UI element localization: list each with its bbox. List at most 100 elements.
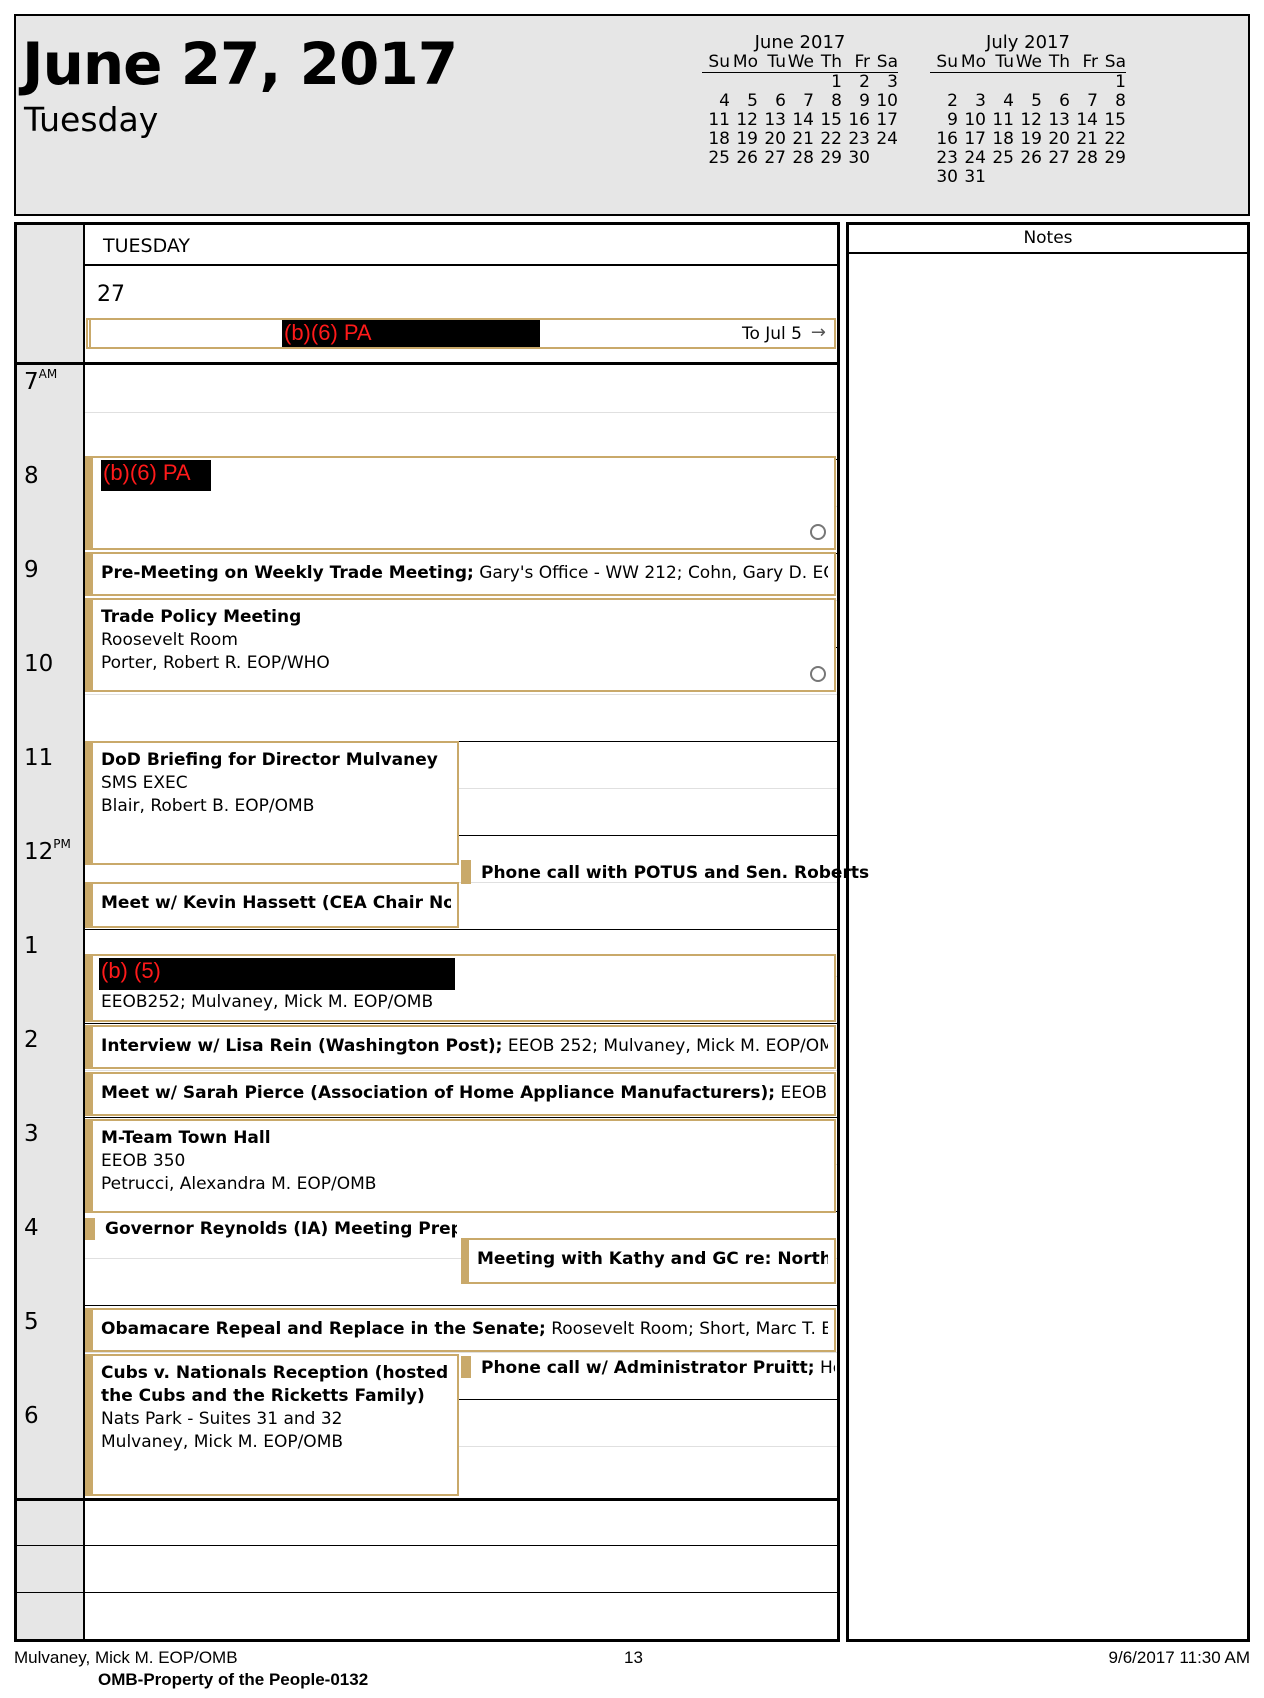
mini-calendar-day[interactable]: 11 bbox=[702, 111, 730, 130]
footer-owner: Mulvaney, Mick M. EOP/OMB bbox=[14, 1648, 238, 1667]
mini-calendar-day[interactable]: 20 bbox=[1042, 130, 1070, 149]
mini-calendar-day[interactable]: 5 bbox=[730, 92, 758, 111]
appointment-title: Interview w/ Lisa Rein (Washington Post)… bbox=[101, 1036, 503, 1056]
hour-label: 9 bbox=[24, 557, 39, 583]
appointment-accent bbox=[85, 1218, 95, 1240]
day-header: TUESDAY bbox=[103, 235, 191, 257]
mini-calendar-dow: Fr bbox=[1070, 53, 1098, 73]
mini-calendar-day[interactable]: 29 bbox=[814, 149, 842, 168]
appointment-detail: He w bbox=[819, 1358, 835, 1378]
mini-calendar-day[interactable]: 31 bbox=[958, 168, 986, 187]
appointment-dod-briefing[interactable]: DoD Briefing for Director Mulvaney SMS E… bbox=[85, 741, 459, 865]
mini-calendar-day[interactable]: 2 bbox=[930, 92, 958, 111]
mini-calendar-day[interactable]: 23 bbox=[842, 130, 870, 149]
mini-calendar-day[interactable]: 27 bbox=[758, 149, 786, 168]
appointment-potus-call[interactable]: Phone call with POTUS and Sen. Roberts bbox=[459, 858, 869, 888]
hour-number: 1 bbox=[24, 933, 39, 959]
mini-calendar-day[interactable]: 4 bbox=[702, 92, 730, 111]
mini-calendar-day[interactable]: 9 bbox=[842, 92, 870, 111]
mini-calendar-day[interactable]: 25 bbox=[702, 149, 730, 168]
mini-calendar-day[interactable]: 1 bbox=[814, 73, 842, 93]
mini-calendar-day[interactable]: 15 bbox=[814, 111, 842, 130]
mini-calendar-day[interactable]: 30 bbox=[930, 168, 958, 187]
appointment-redacted-8am[interactable]: (b)(6) PA bbox=[85, 456, 836, 550]
appointment-sarah-pierce[interactable]: Meet w/ Sarah Pierce (Association of Hom… bbox=[85, 1072, 836, 1116]
mini-calendar-day[interactable]: 13 bbox=[758, 111, 786, 130]
mini-calendar-day[interactable]: 10 bbox=[870, 92, 898, 111]
mini-calendar-day[interactable]: 6 bbox=[1042, 92, 1070, 111]
mini-calendar-day[interactable]: 14 bbox=[786, 111, 814, 130]
appointment-accent bbox=[85, 1308, 93, 1352]
appointment-lisa-rein[interactable]: Interview w/ Lisa Rein (Washington Post)… bbox=[85, 1025, 836, 1069]
mini-calendar-day[interactable]: 14 bbox=[1070, 111, 1098, 130]
mini-calendar-day[interactable]: 9 bbox=[930, 111, 958, 130]
appointment-title: Meet w/ Kevin Hassett (CEA Chair Nomin bbox=[101, 893, 451, 913]
hour-number: 12 bbox=[24, 839, 54, 865]
mini-calendar-day[interactable]: 16 bbox=[930, 130, 958, 149]
mini-calendar-day[interactable]: 19 bbox=[1014, 130, 1042, 149]
appointment-redacted-1pm[interactable]: EEOB252; Mulvaney, Mick M. EOP/OMB (b) (… bbox=[85, 954, 836, 1022]
mini-calendar-day[interactable]: 30 bbox=[842, 149, 870, 168]
mini-calendar-dow: We bbox=[786, 52, 814, 73]
mini-calendar-day[interactable]: 3 bbox=[870, 73, 898, 93]
mini-calendar-day[interactable]: 24 bbox=[870, 130, 898, 149]
hour-number: 9 bbox=[24, 557, 39, 583]
mini-calendar-day[interactable]: 6 bbox=[758, 92, 786, 111]
mini-calendar-day[interactable]: 26 bbox=[1014, 149, 1042, 168]
all-day-event[interactable]: (b)(6) PA To Jul 5 → bbox=[86, 318, 836, 349]
mini-calendar-day[interactable]: 21 bbox=[786, 130, 814, 149]
mini-calendar-day[interactable]: 4 bbox=[986, 92, 1014, 111]
appointment-reynolds-prep[interactable]: Governor Reynolds (IA) Meeting Prep; EE bbox=[85, 1216, 459, 1246]
mini-calendar-day[interactable]: 22 bbox=[1098, 130, 1126, 149]
mini-calendar-day[interactable]: 16 bbox=[842, 111, 870, 130]
appointment-kathy-gc[interactable]: Meeting with Kathy and GC re: North Ko bbox=[461, 1238, 836, 1284]
mini-calendar-day[interactable]: 25 bbox=[986, 149, 1014, 168]
appointment-cubs-reception[interactable]: Cubs v. Nationals Reception (hosted by t… bbox=[85, 1354, 459, 1496]
mini-calendar-day[interactable]: 7 bbox=[1070, 92, 1098, 111]
appointment-trade-policy[interactable]: Trade Policy Meeting Roosevelt Room Port… bbox=[85, 598, 836, 692]
appointment-pruitt-call[interactable]: Phone call w/ Administrator Pruitt; He w bbox=[459, 1354, 837, 1384]
mini-calendar-day[interactable]: 3 bbox=[958, 92, 986, 111]
mini-calendar-day[interactable]: 29 bbox=[1098, 149, 1126, 168]
appointment-accent bbox=[85, 954, 93, 1022]
mini-calendar-day[interactable]: 18 bbox=[702, 130, 730, 149]
mini-calendar-day[interactable]: 23 bbox=[930, 149, 958, 168]
redaction-block: (b)(6) PA bbox=[282, 320, 540, 347]
mini-calendar-day[interactable]: 15 bbox=[1098, 111, 1126, 130]
mini-calendar-day[interactable]: 12 bbox=[1014, 111, 1042, 130]
mini-calendar-day[interactable]: 11 bbox=[986, 111, 1014, 130]
mini-calendar-day[interactable]: 27 bbox=[1042, 149, 1070, 168]
mini-calendar-day[interactable]: 24 bbox=[958, 149, 986, 168]
appointment-town-hall[interactable]: M-Team Town Hall EEOB 350 Petrucci, Alex… bbox=[85, 1119, 836, 1213]
appointment-pre-meeting[interactable]: Pre-Meeting on Weekly Trade Meeting; Gar… bbox=[85, 552, 836, 596]
mini-calendar-day[interactable]: 28 bbox=[786, 149, 814, 168]
half-hour-line bbox=[85, 694, 837, 695]
mini-calendar-day[interactable]: 18 bbox=[986, 130, 1014, 149]
appointment-obamacare[interactable]: Obamacare Repeal and Replace in the Sena… bbox=[85, 1308, 836, 1352]
hour-number: 2 bbox=[24, 1027, 39, 1053]
mini-calendar-day[interactable]: 8 bbox=[1098, 92, 1126, 111]
weekday-label: Tuesday bbox=[24, 100, 159, 139]
mini-calendar-dow: Sa bbox=[870, 53, 898, 73]
mini-calendar-day[interactable]: 20 bbox=[758, 130, 786, 149]
mini-calendar-day[interactable]: 7 bbox=[786, 92, 814, 111]
mini-calendar-day[interactable]: 28 bbox=[1070, 149, 1098, 168]
appointment-hassett[interactable]: Meet w/ Kevin Hassett (CEA Chair Nomin bbox=[85, 882, 459, 928]
mini-calendar-day[interactable]: 12 bbox=[730, 111, 758, 130]
mini-calendar-day[interactable]: 21 bbox=[1070, 130, 1098, 149]
mini-calendar-day[interactable]: 19 bbox=[730, 130, 758, 149]
mini-calendar-day[interactable]: 2 bbox=[842, 73, 870, 93]
arrow-right-icon[interactable]: → bbox=[811, 322, 826, 343]
mini-calendar-day bbox=[702, 73, 730, 93]
mini-calendar-day[interactable]: 26 bbox=[730, 149, 758, 168]
mini-calendar-day[interactable]: 5 bbox=[1014, 92, 1042, 111]
hour-line bbox=[85, 929, 837, 930]
mini-calendar-day[interactable]: 22 bbox=[814, 130, 842, 149]
mini-calendar-day[interactable]: 13 bbox=[1042, 111, 1070, 130]
mini-calendar-day[interactable]: 17 bbox=[958, 130, 986, 149]
notes-panel[interactable] bbox=[846, 222, 1250, 1642]
mini-calendar-day[interactable]: 17 bbox=[870, 111, 898, 130]
mini-calendar-day[interactable]: 1 bbox=[1098, 73, 1126, 93]
mini-calendar-day[interactable]: 8 bbox=[814, 92, 842, 111]
mini-calendar-day[interactable]: 10 bbox=[958, 111, 986, 130]
